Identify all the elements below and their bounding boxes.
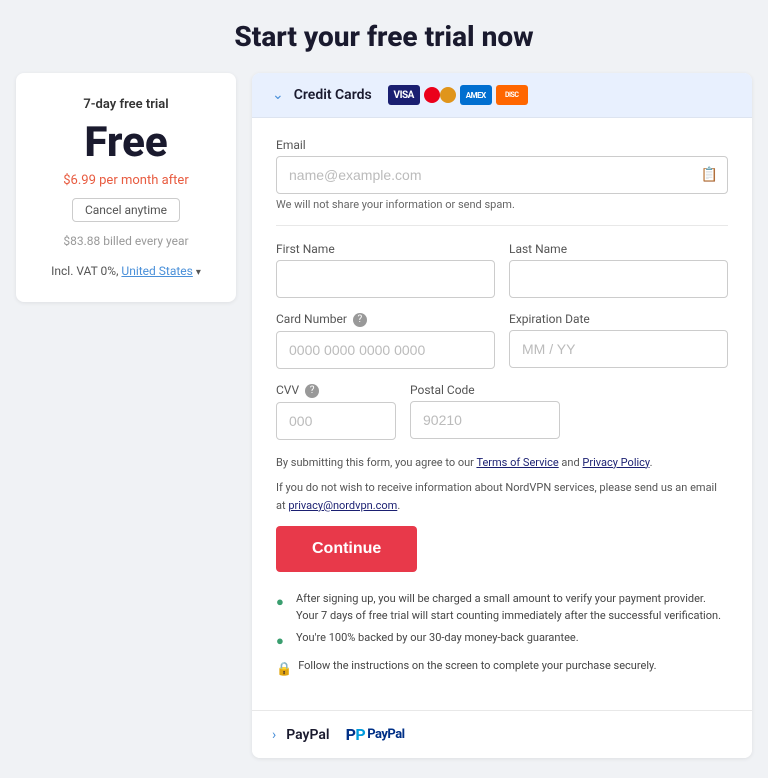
email-wrapper: 📋 (276, 156, 728, 194)
expand-chevron-icon: ⌄ (272, 87, 284, 103)
email-icon: 📋 (701, 167, 718, 183)
guarantee-item-3: 🔒 Follow the instructions on the screen … (276, 655, 728, 683)
continue-button[interactable]: Continue (276, 526, 417, 572)
price-free: Free (36, 118, 216, 167)
legal-text-1: By submitting this form, you agree to ou… (276, 454, 728, 472)
country-link[interactable]: United States (121, 264, 192, 278)
chevron-down-icon: ▾ (196, 267, 201, 278)
mastercard-icon (424, 85, 456, 105)
divider (276, 225, 728, 226)
first-name-group: First Name (276, 242, 495, 298)
vat-label: Incl. VAT 0%, (51, 264, 118, 278)
paypal-label: PayPal (286, 727, 329, 743)
cvv-input[interactable] (276, 402, 396, 440)
postal-label: Postal Code (410, 383, 560, 397)
page-title: Start your free trial now (0, 0, 768, 73)
card-number-label: Card Number ? (276, 312, 495, 327)
last-name-group: Last Name (509, 242, 728, 298)
spam-note: We will not share your information or se… (276, 198, 728, 211)
visa-icon: VISA (388, 85, 420, 105)
cvv-group: CVV ? (276, 383, 396, 440)
card-number-group: Card Number ? (276, 312, 495, 369)
trial-label: 7-day free trial (36, 97, 216, 112)
credit-card-tab[interactable]: ⌄ Credit Cards VISA AMEX DISC (252, 73, 752, 118)
card-expiry-row: Card Number ? Expiration Date (276, 312, 728, 383)
postal-group: Postal Code (410, 383, 560, 440)
per-month-label: $6.99 per month after (36, 173, 216, 188)
payment-panel: ⌄ Credit Cards VISA AMEX DISC Email (252, 73, 752, 758)
postal-input[interactable] (410, 401, 560, 439)
card-icons: VISA AMEX DISC (388, 85, 528, 105)
first-name-input[interactable] (276, 260, 495, 298)
privacy-policy-link[interactable]: Privacy Policy (582, 456, 649, 469)
last-name-label: Last Name (509, 242, 728, 256)
privacy-email-link[interactable]: privacy@nordvpn.com (288, 499, 397, 512)
main-content: 7-day free trial Free $6.99 per month af… (0, 73, 768, 758)
expiry-group: Expiration Date (509, 312, 728, 369)
email-input[interactable] (276, 156, 728, 194)
amex-icon: AMEX (460, 85, 492, 105)
paypal-chevron-icon: › (272, 727, 276, 743)
lock-icon: 🔒 (276, 660, 292, 680)
first-name-label: First Name (276, 242, 495, 256)
tos-link[interactable]: Terms of Service (476, 456, 558, 469)
guarantee-list: ● After signing up, you will be charged … (276, 588, 728, 682)
billed-note: $83.88 billed every year (36, 234, 216, 248)
cvv-help-icon[interactable]: ? (305, 384, 319, 398)
shield-icon: ● (276, 632, 290, 652)
credit-card-form: Email 📋 We will not share your informati… (252, 118, 752, 710)
last-name-input[interactable] (509, 260, 728, 298)
discover-icon: DISC (496, 85, 528, 105)
cvv-postal-row: CVV ? Postal Code (276, 383, 728, 454)
email-label: Email (276, 138, 728, 152)
paypal-logo: PP PayPal (346, 725, 405, 744)
credit-card-label: Credit Cards (294, 87, 372, 103)
expiry-input[interactable] (509, 330, 728, 368)
expiry-label: Expiration Date (509, 312, 728, 326)
vat-info: Incl. VAT 0%, United States ▾ (36, 264, 216, 278)
pricing-panel: 7-day free trial Free $6.99 per month af… (16, 73, 236, 302)
cvv-label: CVV ? (276, 383, 396, 398)
email-group: Email 📋 We will not share your informati… (276, 138, 728, 211)
cancel-label: Cancel anytime (72, 198, 180, 222)
name-row: First Name Last Name (276, 242, 728, 312)
paypal-tab[interactable]: › PayPal PP PayPal (252, 710, 752, 758)
card-number-help-icon[interactable]: ? (353, 313, 367, 327)
check-icon: ● (276, 593, 290, 613)
legal-text-2: If you do not wish to receive informatio… (276, 479, 728, 514)
guarantee-item-1: ● After signing up, you will be charged … (276, 588, 728, 627)
card-number-input[interactable] (276, 331, 495, 369)
guarantee-item-2: ● You're 100% backed by our 30-day money… (276, 627, 728, 655)
